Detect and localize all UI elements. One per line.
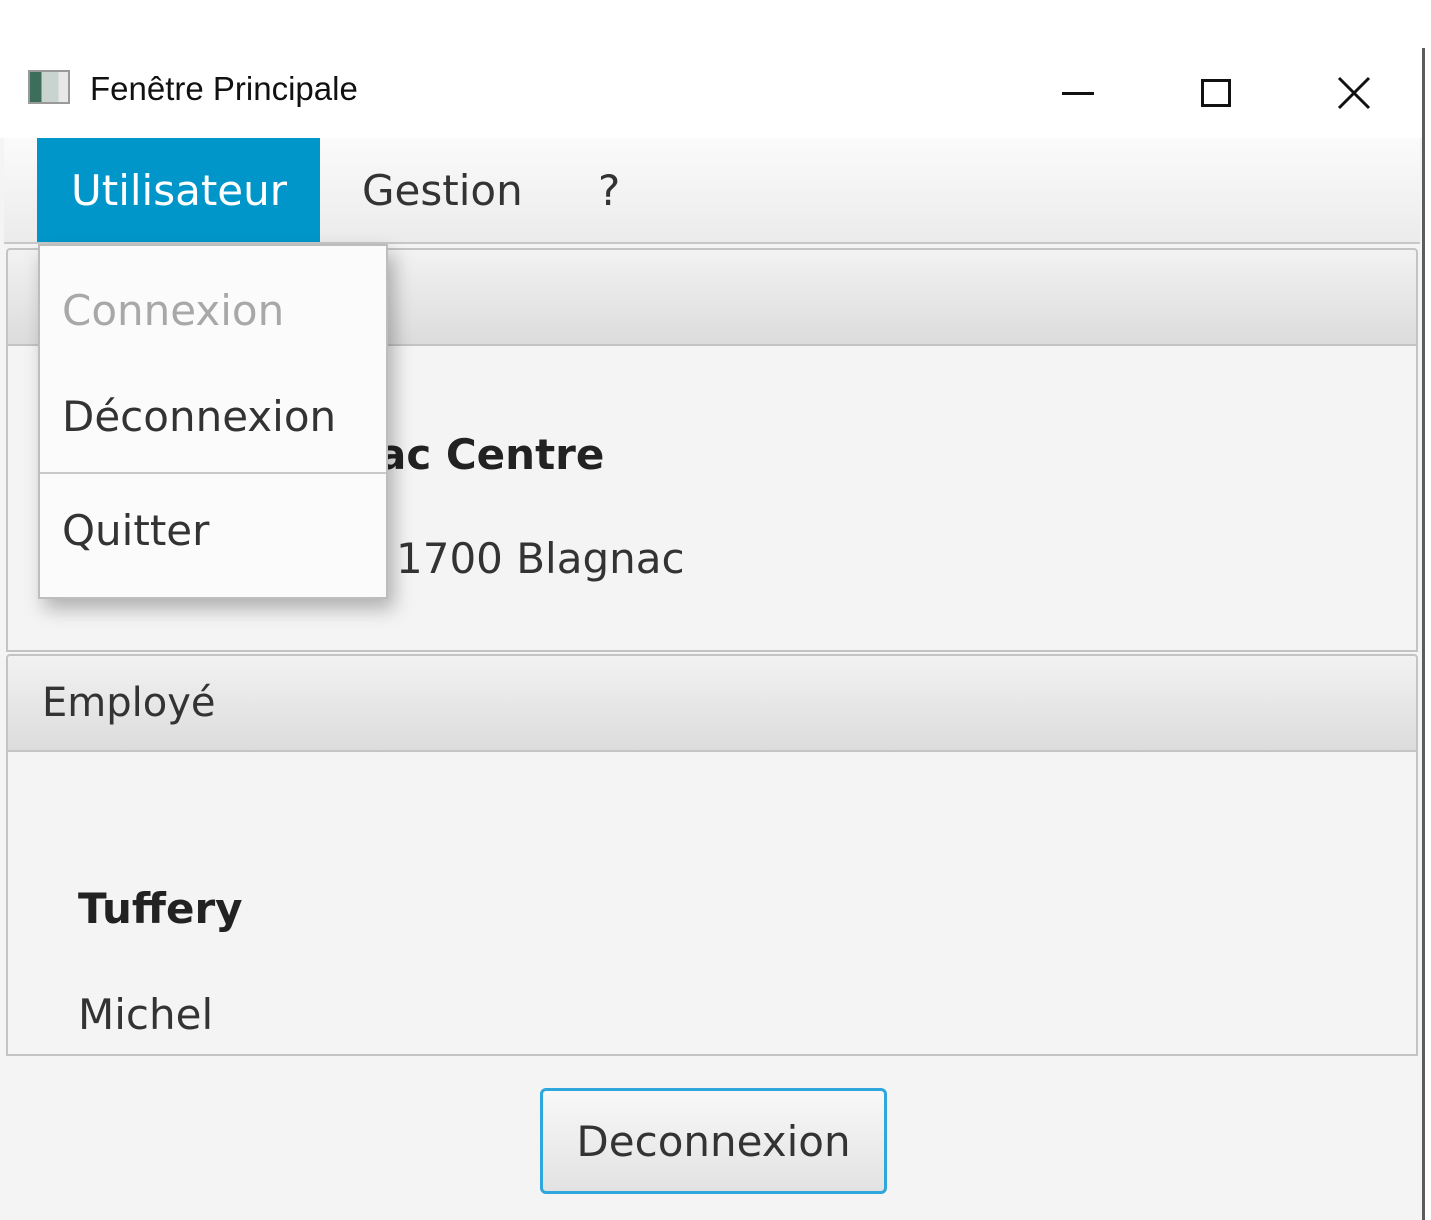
minimize-button[interactable]	[1038, 58, 1118, 128]
menu-gestion[interactable]: Gestion	[330, 138, 557, 242]
app-icon	[28, 70, 70, 104]
window-title: Fenêtre Principale	[90, 70, 358, 107]
menu-separator	[40, 472, 386, 474]
menu-item-deconnexion[interactable]: Déconnexion	[40, 364, 386, 468]
minimize-icon	[1062, 91, 1094, 95]
main-window: Fenêtre Principale Utilisateur Gestion ?…	[0, 48, 1425, 1220]
menu-item-connexion: Connexion	[62, 285, 285, 335]
maximize-button[interactable]	[1176, 58, 1256, 128]
utilisateur-dropdown-menu: Connexion Déconnexion Quitter	[38, 244, 388, 599]
menu-help[interactable]: ?	[566, 138, 654, 242]
title-bar: Fenêtre Principale	[0, 48, 1422, 138]
close-icon	[1337, 76, 1371, 110]
menu-item-quitter[interactable]: Quitter	[40, 478, 386, 582]
employee-firstname: Michel	[78, 990, 214, 1039]
employee-lastname: Tuffery	[78, 884, 243, 933]
employee-pane-body: Tuffery Michel	[6, 752, 1418, 1056]
employee-pane-title: Employé	[42, 680, 216, 726]
menu-bar: Utilisateur Gestion ?	[4, 138, 1420, 244]
maximize-icon	[1201, 79, 1231, 107]
employee-pane-header[interactable]: Employé	[6, 654, 1418, 752]
deconnexion-button[interactable]: Deconnexion	[540, 1088, 887, 1194]
close-button[interactable]	[1314, 58, 1394, 128]
menu-utilisateur[interactable]: Utilisateur	[37, 138, 320, 242]
